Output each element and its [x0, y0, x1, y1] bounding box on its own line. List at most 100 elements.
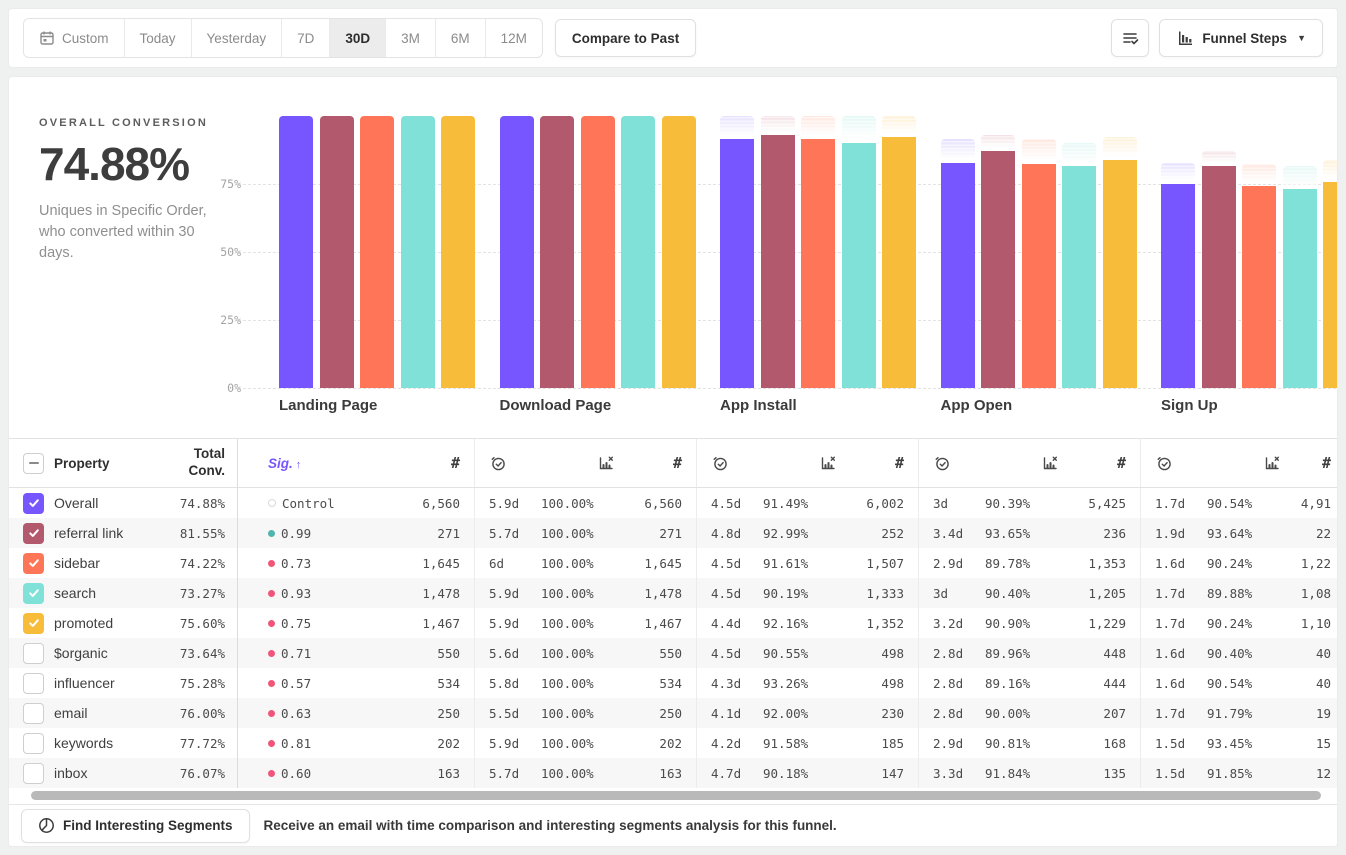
bar-promoted[interactable]: [1103, 160, 1137, 388]
date-range-30d[interactable]: 30D: [330, 19, 386, 57]
sig-dot-pink: [268, 650, 275, 657]
count-column-header[interactable]: #: [364, 454, 460, 472]
total-conversion-value: 77.72%: [161, 736, 225, 751]
date-range-6m[interactable]: 6M: [436, 19, 486, 57]
row-checkbox-sidebar[interactable]: [23, 553, 44, 574]
select-all-checkbox[interactable]: [23, 453, 44, 474]
date-range-today[interactable]: Today: [125, 19, 192, 57]
bar-referral-link[interactable]: [981, 151, 1015, 388]
property-column-header[interactable]: Property: [54, 456, 161, 471]
bar-referral-link[interactable]: [761, 135, 795, 388]
scrollbar-thumb[interactable]: [31, 791, 1321, 800]
list-check-icon: [1121, 29, 1139, 47]
bar-search[interactable]: [1062, 166, 1096, 388]
bar-overall[interactable]: [720, 139, 754, 388]
row-checkbox-organic[interactable]: [23, 643, 44, 664]
time-column-header[interactable]: [933, 454, 985, 472]
bar-promoted[interactable]: [662, 116, 696, 388]
conversion-column-header[interactable]: [541, 454, 615, 472]
count-column-header[interactable]: #: [1281, 454, 1331, 472]
date-range-label: 6M: [451, 31, 470, 46]
time-value: 1.9d: [1155, 526, 1207, 541]
clock-check-icon: [1155, 454, 1173, 472]
footer-message: Receive an email with time comparison an…: [264, 818, 837, 833]
count-column-header[interactable]: #: [837, 454, 904, 472]
bar-promoted[interactable]: [441, 116, 475, 388]
row-checkbox-influencer[interactable]: [23, 673, 44, 694]
bar-referral-link[interactable]: [540, 116, 574, 388]
date-range-yesterday[interactable]: Yesterday: [192, 19, 283, 57]
count-column-header[interactable]: #: [1059, 454, 1126, 472]
conversion-value: 90.39%: [985, 496, 1059, 511]
step-cell-group-2: 5.9d100.00%1,467: [474, 608, 696, 638]
bar-sidebar[interactable]: [360, 116, 394, 388]
horizontal-scrollbar[interactable]: [9, 791, 1337, 801]
conversion-column-header[interactable]: [763, 454, 837, 472]
bar-sidebar[interactable]: [1242, 186, 1276, 388]
count-column-header[interactable]: #: [615, 454, 682, 472]
date-range-12m[interactable]: 12M: [486, 19, 542, 57]
count-value: 550: [615, 646, 682, 661]
bar-overall[interactable]: [279, 116, 313, 388]
find-interesting-segments-button[interactable]: Find Interesting Segments: [21, 809, 250, 843]
compare-to-past-button[interactable]: Compare to Past: [555, 19, 696, 57]
bar-search[interactable]: [621, 116, 655, 388]
bar-overall[interactable]: [1161, 184, 1195, 388]
count-value: 185: [837, 736, 904, 751]
bar-sidebar[interactable]: [1022, 164, 1056, 388]
bar-sidebar[interactable]: [581, 116, 615, 388]
row-checkbox-inbox[interactable]: [23, 763, 44, 784]
conversion-value: 100.00%: [541, 646, 615, 661]
bar-overall[interactable]: [500, 116, 534, 388]
date-range-3m[interactable]: 3M: [386, 19, 436, 57]
count-value: 448: [1059, 646, 1126, 661]
view-selector-label: Funnel Steps: [1202, 31, 1287, 46]
time-column-header[interactable]: [711, 454, 763, 472]
bar-referral-link[interactable]: [1202, 166, 1236, 388]
funnel-steps-dropdown[interactable]: Funnel Steps ▼: [1159, 19, 1323, 57]
time-column-header[interactable]: [489, 454, 541, 472]
bar-search[interactable]: [842, 143, 876, 388]
count-value: 230: [837, 706, 904, 721]
bar-overall[interactable]: [941, 163, 975, 388]
conversion-column-header[interactable]: [985, 454, 1059, 472]
count-value: 40: [1281, 676, 1331, 691]
step-header-group-2: #: [474, 439, 696, 487]
count-value: 444: [1059, 676, 1126, 691]
bar-promoted[interactable]: [1323, 182, 1338, 388]
step-cell-group-1: 0.751,467: [238, 608, 474, 638]
row-checkbox-promoted[interactable]: [23, 613, 44, 634]
date-range-7d[interactable]: 7D: [282, 19, 330, 57]
step-cell-group-2: 5.8d100.00%534: [474, 668, 696, 698]
time-value: 4.1d: [711, 706, 763, 721]
conversion-column-header[interactable]: [1207, 454, 1281, 472]
bar-referral-link[interactable]: [320, 116, 354, 388]
chart-options-button[interactable]: [1111, 19, 1149, 57]
bar-sidebar[interactable]: [801, 139, 835, 388]
total-conversion-value: 81.55%: [161, 526, 225, 541]
time-value: 5.7d: [489, 766, 541, 781]
time-column-header[interactable]: [1155, 454, 1207, 472]
row-checkbox-overall[interactable]: [23, 493, 44, 514]
step-cell-group-2: 5.7d100.00%271: [474, 518, 696, 548]
date-range-label: 7D: [297, 31, 314, 46]
date-range-custom[interactable]: Custom: [24, 19, 125, 57]
row-checkbox-search[interactable]: [23, 583, 44, 604]
bar-search[interactable]: [401, 116, 435, 388]
sig-column-header[interactable]: Sig.↑: [268, 456, 364, 471]
time-value: 5.9d: [489, 736, 541, 751]
bar-search[interactable]: [1283, 189, 1317, 388]
clock-check-icon: [711, 454, 729, 472]
total-conv-column-header[interactable]: Total Conv.: [161, 446, 225, 480]
step-cell-group-5: 1.5d91.85%12: [1140, 758, 1338, 788]
count-value: 550: [364, 646, 460, 661]
row-checkbox-keywords[interactable]: [23, 733, 44, 754]
table-row-inbox: inbox76.07%0.601635.7d100.00%1634.7d90.1…: [9, 758, 1338, 788]
bar-promoted[interactable]: [882, 137, 916, 388]
step-label-sign-up: Sign Up: [1161, 397, 1218, 414]
sig-cell: 0.81: [268, 736, 364, 751]
conversion-value: 93.64%: [1207, 526, 1281, 541]
bar-dropoff-referral-link: [981, 135, 1015, 148]
row-checkbox-referral-link[interactable]: [23, 523, 44, 544]
row-checkbox-email[interactable]: [23, 703, 44, 724]
